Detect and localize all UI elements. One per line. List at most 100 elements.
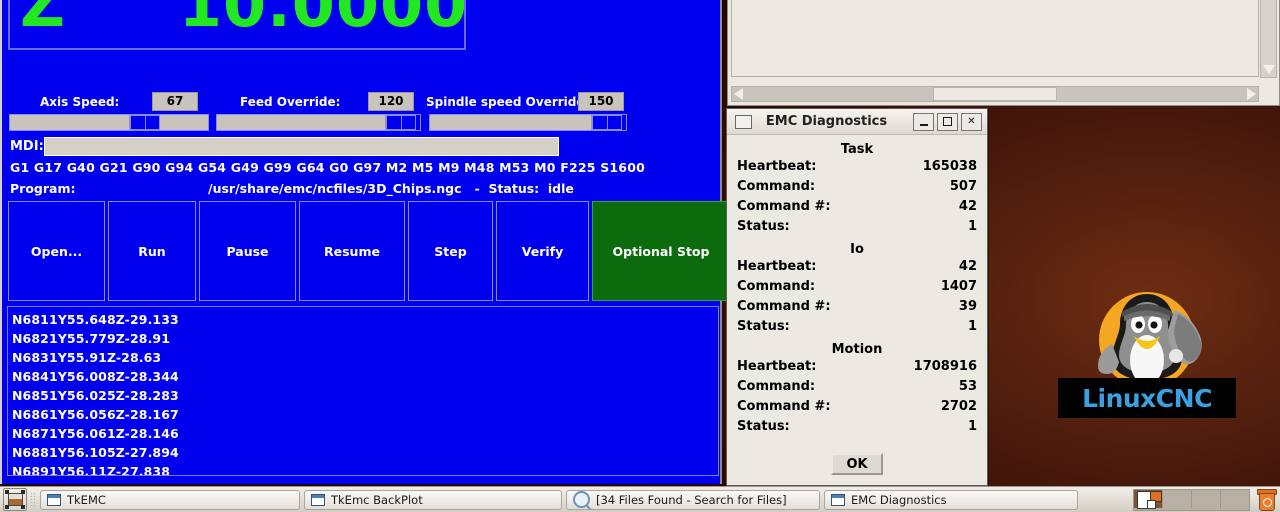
tkemc-window: Z 10.0000 Axis Speed: 67 Feed Override: … [0, 0, 730, 484]
verify-button[interactable]: Verify [496, 201, 589, 301]
row-value: 1 [967, 219, 977, 234]
motion-command-row: Command: 53 [737, 379, 977, 399]
backplot-canvas[interactable] [731, 0, 1259, 77]
io-heartbeat-row: Heartbeat: 42 [737, 259, 977, 279]
taskbar-item-emc-diagnostics[interactable]: EMC Diagnostics [824, 489, 1078, 510]
spindle-override-label: Spindle speed Override: [426, 95, 590, 109]
row-label: Status: [737, 419, 790, 434]
backplot-window [727, 0, 1280, 106]
active-gcodes: G1 G17 G40 G21 G90 G94 G54 G49 G99 G64 G… [10, 160, 645, 175]
penguin-icon [1098, 292, 1202, 388]
program-label: Program: [10, 181, 76, 196]
row-label: Command: [737, 179, 816, 194]
spindle-override-value: 150 [578, 92, 624, 111]
optional-stop-button[interactable]: Optional Stop [592, 201, 730, 301]
taskbar-item-label: EMC Diagnostics [851, 492, 947, 507]
spindle-override-slider[interactable] [429, 114, 627, 131]
minimize-button[interactable] [913, 112, 934, 131]
trash-icon[interactable] [1256, 489, 1277, 511]
io-status-row: Status: 1 [737, 319, 977, 339]
resume-button[interactable]: Resume [299, 201, 405, 301]
taskbar-item-tkemc[interactable]: TkEMC [40, 489, 300, 510]
pause-button[interactable]: Pause [199, 201, 296, 301]
task-command-row: Command: 507 [737, 179, 977, 199]
row-label: Heartbeat: [737, 359, 817, 374]
row-label: Heartbeat: [737, 159, 817, 174]
axis-speed-slider[interactable] [9, 114, 209, 131]
dro-axis-value: Z 10.0000 [20, 0, 466, 41]
arrow-down-icon[interactable] [1262, 65, 1275, 74]
mdi-row: MDI: [2, 137, 724, 159]
gcode-line: N6871Y56.061Z-28.146 [12, 426, 179, 441]
task-heartbeat-row: Heartbeat: 165038 [737, 159, 977, 179]
step-button[interactable]: Step [408, 201, 493, 301]
feed-override-value: 120 [368, 92, 414, 111]
slider-thumb[interactable] [386, 115, 416, 130]
window-icon [47, 493, 61, 506]
row-label: Command: [737, 379, 816, 394]
row-label: Heartbeat: [737, 259, 817, 274]
row-value: 42 [958, 259, 977, 274]
program-control-buttons: Open... Run Pause Resume Step Verify Opt… [8, 201, 730, 301]
dro-display: Z 10.0000 [8, 0, 466, 50]
gcode-listing[interactable]: N6811Y55.648Z-29.133 N6821Y55.779Z-28.91… [7, 306, 719, 476]
backplot-vertical-scrollbar[interactable] [1260, 0, 1277, 78]
emc-diagnostics-dialog: EMC Diagnostics ✕ Task Heartbeat: 165038… [726, 108, 988, 486]
close-button[interactable]: ✕ [961, 112, 982, 131]
row-label: Status: [737, 319, 790, 334]
motion-heartbeat-row: Heartbeat: 1708916 [737, 359, 977, 379]
row-value: 53 [958, 379, 977, 394]
axis-speed-value: 67 [152, 92, 198, 111]
taskbar-item-label: TkEmc BackPlot [331, 492, 423, 507]
motion-command-num-row: Command #: 2702 [737, 399, 977, 419]
section-title-io: Io [850, 242, 864, 257]
taskbar-drag-handle[interactable] [30, 491, 37, 508]
slider-thumb[interactable] [130, 115, 160, 130]
row-value: 2702 [940, 399, 977, 414]
arrow-right-icon[interactable] [1247, 88, 1256, 100]
workspace-3[interactable] [1192, 489, 1221, 508]
taskbar-item-label: [34 Files Found - Search for Files] [596, 492, 787, 507]
io-command-row: Command: 1407 [737, 279, 977, 299]
window-buttons: ✕ [913, 112, 982, 131]
ok-button[interactable]: OK [831, 453, 883, 475]
scrollbar-thumb[interactable] [933, 87, 1057, 101]
taskbar-item-backplot[interactable]: TkEmc BackPlot [304, 489, 562, 510]
mdi-label: MDI: [10, 139, 44, 154]
gcode-line: N6881Y56.105Z-27.894 [12, 445, 179, 460]
gcode-line: N6831Y55.91Z-28.63 [12, 350, 162, 365]
section-title-motion: Motion [831, 342, 883, 357]
maximize-button[interactable] [937, 112, 958, 131]
backplot-horizontal-scrollbar[interactable] [731, 86, 1259, 102]
minimize-icon [919, 123, 928, 126]
mdi-input[interactable] [44, 137, 559, 156]
slider-thumb[interactable] [592, 115, 622, 130]
close-icon: ✕ [967, 115, 976, 127]
arrow-left-icon[interactable] [734, 88, 743, 100]
row-value: 42 [958, 199, 977, 214]
dialog-body: Task Heartbeat: 165038 Command: 507 Comm… [727, 135, 987, 475]
row-value: 165038 [922, 159, 977, 174]
taskbar: TkEMC TkEmc BackPlot [34 Files Found - S… [0, 486, 1280, 512]
taskbar-item-search-for-files[interactable]: [34 Files Found - Search for Files] [566, 489, 820, 510]
row-label: Command: [737, 279, 816, 294]
screen: LinuxCNC Z 10.0000 Axis Speed: 67 Feed O… [0, 0, 1280, 512]
dialog-titlebar[interactable]: EMC Diagnostics ✕ [727, 109, 987, 135]
feed-override-slider[interactable] [216, 114, 421, 131]
gcode-line: N6861Y56.056Z-28.167 [12, 407, 179, 422]
workspace-pager[interactable] [1133, 488, 1250, 511]
gcode-line: N6841Y56.008Z-28.344 [12, 369, 179, 384]
section-title-task: Task [840, 142, 874, 157]
feed-override-label: Feed Override: [240, 95, 341, 109]
row-label: Status: [737, 219, 790, 234]
show-desktop-button[interactable] [3, 488, 27, 511]
workspace-4[interactable] [1221, 490, 1249, 508]
workspace-2[interactable] [1163, 489, 1192, 508]
dialog-title: EMC Diagnostics [765, 114, 888, 129]
open-button[interactable]: Open... [8, 201, 105, 301]
gcode-line: N6821Y55.779Z-28.91 [12, 331, 171, 346]
workspace-1[interactable] [1134, 489, 1163, 509]
axis-speed-label: Axis Speed: [40, 95, 120, 109]
run-button[interactable]: Run [108, 201, 196, 301]
maximize-icon [943, 117, 952, 126]
